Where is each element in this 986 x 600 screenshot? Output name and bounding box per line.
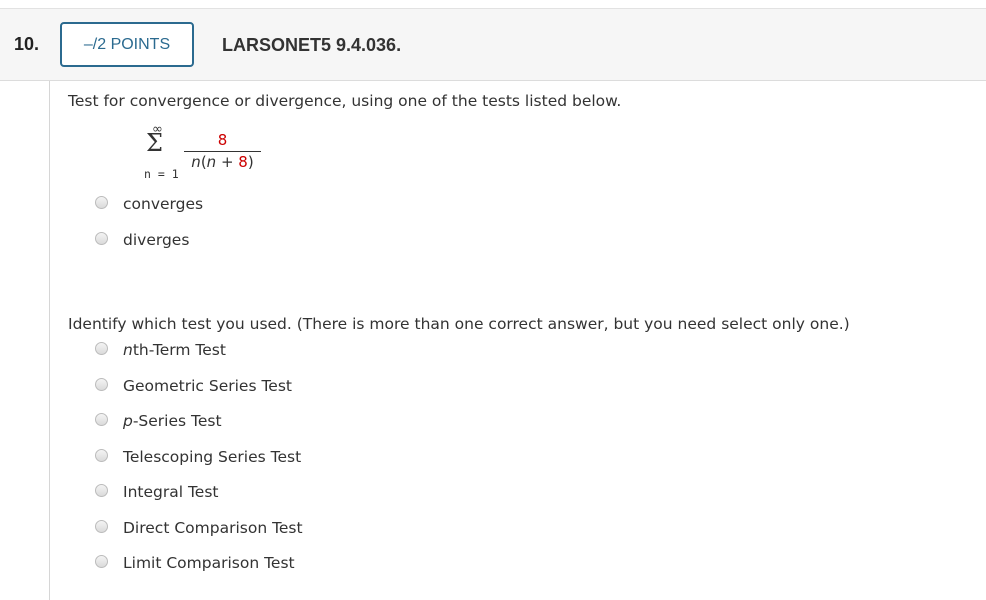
option-label-geometric-series-test: Geometric Series Test bbox=[123, 377, 292, 395]
option-label-telescoping-series-test: Telescoping Series Test bbox=[123, 448, 302, 466]
content-left-border bbox=[49, 81, 50, 600]
radio-telescoping-series-test[interactable] bbox=[95, 449, 108, 462]
points-button[interactable]: –/2 POINTS bbox=[60, 22, 194, 67]
radio-nth-term-test[interactable] bbox=[95, 342, 108, 355]
fraction-bar bbox=[184, 151, 261, 152]
sigma-lower-limit: n = 1 bbox=[144, 167, 179, 181]
fraction-denominator: n(n + 8) bbox=[191, 153, 254, 171]
radio-converges[interactable] bbox=[95, 196, 108, 209]
option-label-nth-term-test: nth-Term Test bbox=[123, 341, 226, 359]
radio-limit-comparison-test[interactable] bbox=[95, 555, 108, 568]
radio-integral-test[interactable] bbox=[95, 484, 108, 497]
radio-diverges[interactable] bbox=[95, 232, 108, 245]
radio-p-series-test[interactable] bbox=[95, 413, 108, 426]
question-number: 10. bbox=[14, 34, 40, 54]
test-question-prompt: Identify which test you used. (There is … bbox=[68, 315, 850, 333]
option-label-direct-comparison-test: Direct Comparison Test bbox=[123, 519, 303, 537]
option-label-integral-test: Integral Test bbox=[123, 483, 219, 501]
sigma-symbol: Σ bbox=[146, 129, 163, 157]
question-prompt: Test for convergence or divergence, usin… bbox=[68, 92, 622, 110]
question-id: LARSONET5 9.4.036. bbox=[222, 35, 402, 55]
option-label-limit-comparison-test: Limit Comparison Test bbox=[123, 554, 295, 572]
option-label-p-series-test: p-Series Test bbox=[123, 412, 222, 430]
fraction-numerator: 8 bbox=[217, 131, 228, 149]
question-header: 10. –/2 POINTS LARSONET5 9.4.036. bbox=[0, 8, 986, 81]
radio-geometric-series-test[interactable] bbox=[95, 378, 108, 391]
option-label-converges: converges bbox=[123, 195, 204, 213]
radio-direct-comparison-test[interactable] bbox=[95, 520, 108, 533]
option-label-diverges: diverges bbox=[123, 231, 190, 249]
